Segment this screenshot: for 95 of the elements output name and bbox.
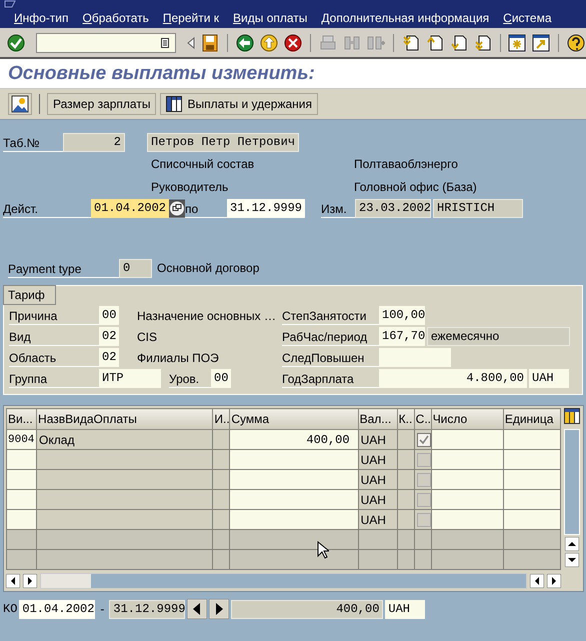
next-page-icon[interactable] (448, 32, 469, 52)
group-title: Тариф (3, 285, 56, 305)
input-field[interactable]: 100,00 (379, 306, 425, 325)
table-cell: UAH (358, 510, 398, 530)
first-page-icon[interactable] (400, 32, 421, 52)
input-field[interactable] (379, 348, 451, 367)
value-text: CIS (137, 330, 158, 344)
menu-item[interactable]: Перейти к (162, 11, 220, 25)
scroll-up-icon[interactable] (564, 537, 578, 551)
column-header[interactable]: Вал... (358, 408, 398, 430)
column-header[interactable]: С.. (414, 408, 432, 430)
info-text: Полтаваоблэнерго (354, 156, 458, 170)
input-field[interactable]: ИТР (99, 369, 161, 388)
info-text: Головной офис (База) (354, 180, 477, 194)
value-text: Филиалы ПОЭ (137, 350, 219, 364)
save-icon[interactable] (200, 32, 220, 52)
value-text: Назначение основных … (137, 308, 276, 322)
cancel-icon[interactable] (283, 32, 304, 52)
range-separator: - (100, 602, 104, 616)
scroll-right-icon[interactable] (23, 574, 37, 588)
table-cell: UAH (358, 470, 398, 490)
table-cell: 9004 (6, 430, 37, 450)
exit-icon[interactable] (259, 32, 280, 52)
mouse-cursor-icon (317, 541, 329, 559)
checkbox[interactable] (416, 452, 430, 467)
changed-by-field: HRISTICH (433, 199, 523, 218)
previous-page-icon[interactable] (424, 32, 445, 52)
info-text: Списочный состав (151, 156, 256, 170)
menu-item[interactable]: Виды оплаты (233, 11, 308, 25)
command-field[interactable] (36, 32, 176, 52)
table-cell: Оклад (36, 430, 213, 450)
start-date-field[interactable]: 01.04.2002 (19, 600, 96, 618)
new-session-icon[interactable] (507, 32, 528, 52)
checkbox[interactable] (416, 512, 430, 527)
field-label: KO (3, 602, 18, 616)
column-header[interactable]: Число (431, 408, 504, 430)
checkbox[interactable] (416, 432, 430, 447)
vertical-scrollbar[interactable] (564, 429, 580, 535)
menu-item[interactable]: Система (503, 11, 552, 25)
list-icon[interactable] (161, 38, 170, 48)
column-header[interactable]: И.. (212, 408, 230, 430)
window-menu-icon[interactable] (4, 0, 18, 8)
column-settings-icon[interactable] (564, 408, 580, 424)
table-cell: 400,00 (230, 430, 358, 450)
menu-item[interactable]: Обработать (82, 11, 149, 25)
employee-name-field: Петров Петр Петрович (147, 133, 299, 152)
input-field[interactable]: 02 (99, 348, 119, 367)
menu-item[interactable]: Инфо-тип (14, 11, 68, 25)
info-text: Руководитель (151, 180, 230, 194)
scroll-left-icon[interactable] (6, 574, 20, 588)
scroll-down-icon[interactable] (564, 553, 578, 567)
column-header[interactable]: НазвВидаОплаты (36, 408, 213, 430)
changed-date-field: 23.03.2002 (355, 199, 431, 218)
column-header[interactable]: Сумма (230, 408, 358, 430)
landscape-icon (11, 95, 29, 113)
column-header[interactable]: К.. (397, 408, 414, 430)
menu-item[interactable]: Дополнительная информация (321, 11, 490, 25)
toolbar-button[interactable]: Размер зарплаты (47, 93, 156, 115)
calendar-picker-icon[interactable] (169, 199, 185, 218)
start-date-field[interactable]: 01.04.2002 (91, 199, 169, 218)
enter-check-icon[interactable] (6, 32, 26, 52)
input-field[interactable]: 00 (99, 306, 119, 325)
column-header[interactable]: Единица (503, 408, 560, 430)
total-amount-field: 400,00 (231, 600, 384, 618)
input-field[interactable]: 02 (99, 327, 119, 346)
column-header[interactable]: Ви... (6, 408, 37, 430)
shortcut-icon[interactable] (531, 32, 552, 52)
payment-type-field: 0 (119, 259, 152, 278)
input-field[interactable]: 4.800,00 (379, 369, 527, 388)
input-field[interactable]: 167,70 (379, 327, 425, 346)
currency-field: UAH (385, 600, 426, 618)
table-cell: UAH (358, 430, 398, 450)
personnel-number-field: 2 (63, 133, 125, 152)
table-icon (166, 96, 182, 112)
scroll-left-icon[interactable] (530, 574, 544, 588)
table-cell: UAH (358, 450, 398, 470)
payment-type-text: Основной договор (157, 261, 260, 275)
checkbox[interactable] (416, 492, 430, 507)
input-field[interactable]: 00 (211, 369, 231, 388)
last-page-icon[interactable] (472, 32, 493, 52)
table-cell: UAH (358, 490, 398, 510)
scroll-right-icon[interactable] (547, 574, 561, 588)
end-date-field[interactable]: 31.12.9999 (227, 199, 305, 218)
checkbox[interactable] (416, 472, 430, 487)
next-period-icon[interactable] (209, 599, 230, 619)
back-icon[interactable] (235, 32, 256, 52)
unit-field: ежемесячно (427, 327, 570, 346)
help-icon[interactable] (566, 32, 586, 52)
horizontal-scrollbar[interactable] (40, 573, 527, 589)
previous-period-icon[interactable] (187, 599, 208, 619)
unit-field: UAH (529, 369, 569, 388)
end-date-field: 31.12.9999 (109, 600, 186, 618)
screen-title: Основные выплаты изменить: (8, 62, 315, 84)
picture-button[interactable] (8, 93, 32, 115)
toolbar-button[interactable]: Выплаты и удержания (160, 93, 318, 115)
